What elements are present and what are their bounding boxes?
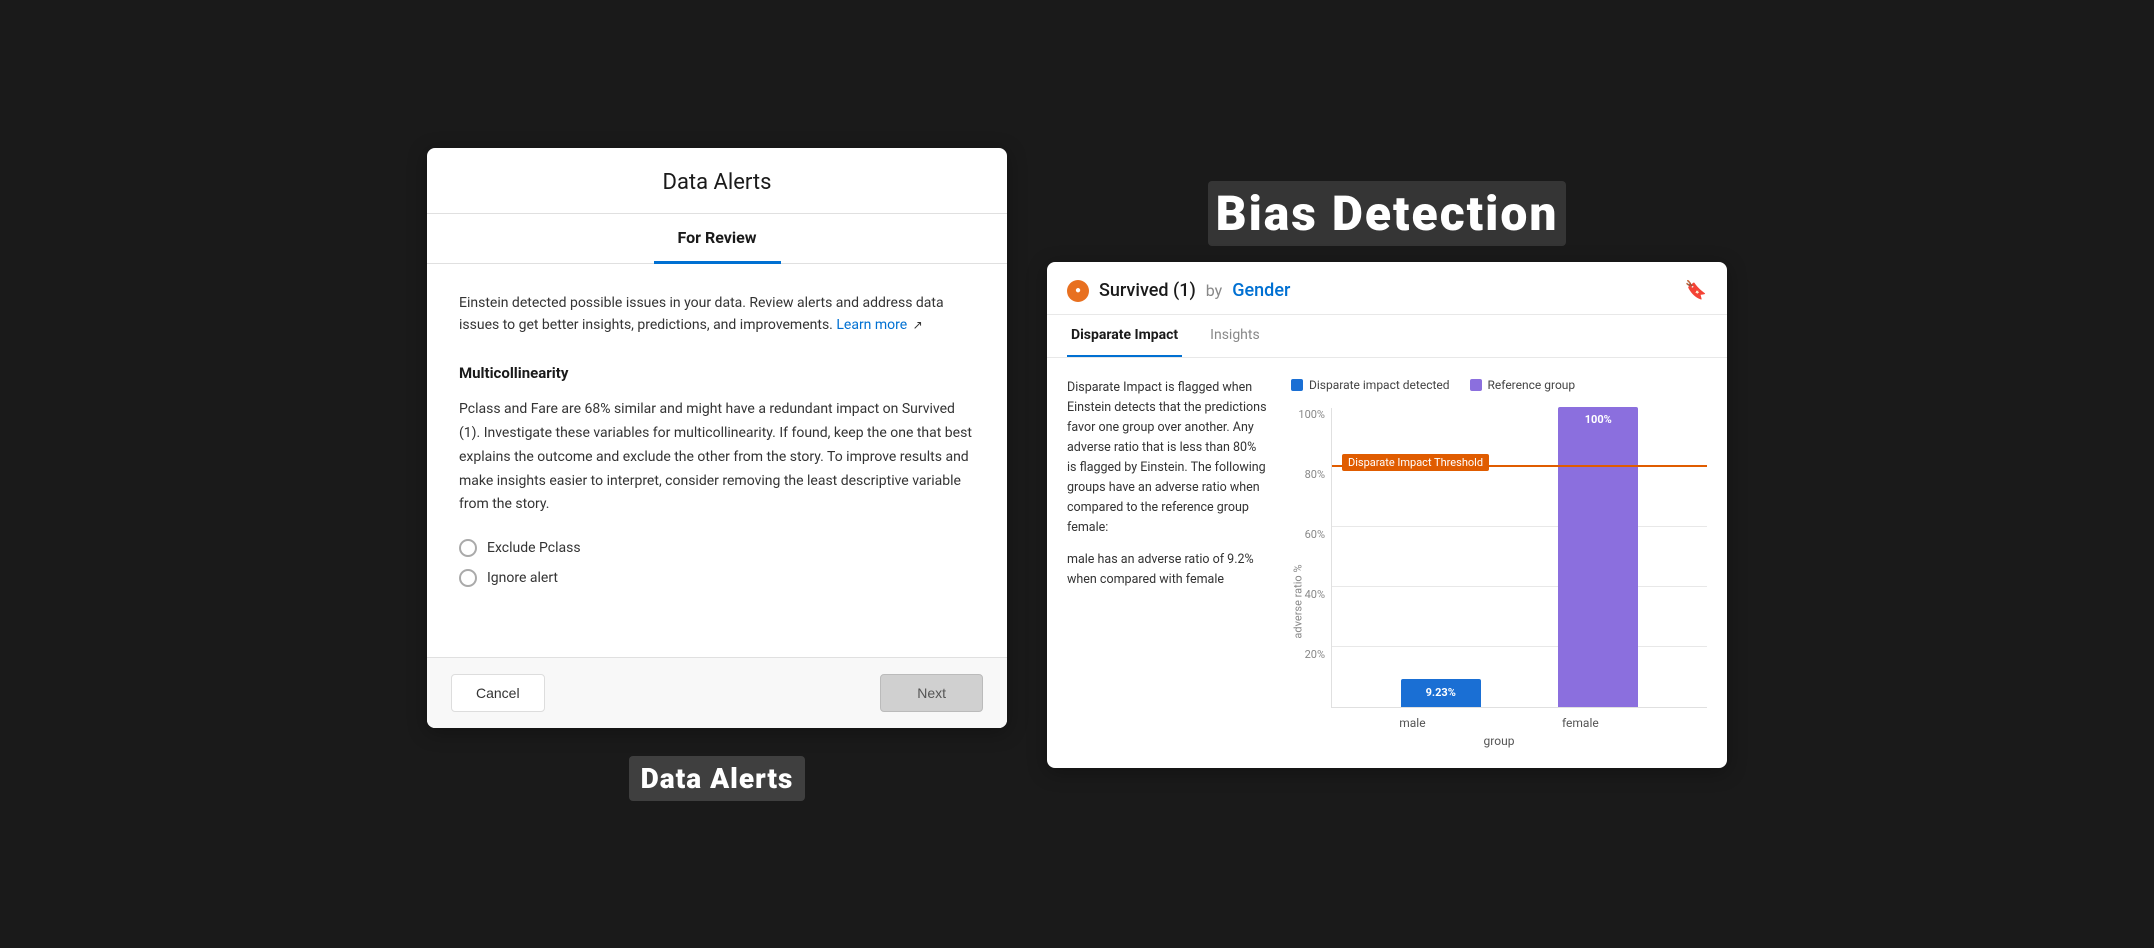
radio-label-2: Ignore alert	[487, 570, 558, 586]
radio-ignore-alert[interactable]: Ignore alert	[459, 569, 975, 587]
chart-with-yaxis: 100% 80% 60% 40% 20% adverse ratio %	[1291, 408, 1707, 708]
survived-icon: ●	[1067, 280, 1089, 302]
chart-grid: Disparate Impact Threshold 9.23%	[1331, 408, 1707, 708]
legend-disparate-label: Disparate impact detected	[1309, 378, 1450, 392]
y-axis-title: adverse ratio %	[1292, 564, 1305, 638]
bar-female-value: 100%	[1585, 413, 1612, 426]
radio-exclude-pclass[interactable]: Exclude Pclass	[459, 539, 975, 557]
threshold-line: Disparate Impact Threshold	[1332, 465, 1707, 467]
bias-detection-panel: ● Survived (1) by Gender 🔖 Disparate Imp…	[1047, 262, 1727, 768]
bars-container: 9.23% 100%	[1332, 407, 1707, 707]
bar-group-male: 9.23%	[1401, 679, 1481, 707]
legend-dot-purple	[1470, 379, 1482, 391]
chart-legend: Disparate impact detected Reference grou…	[1291, 378, 1707, 392]
x-axis-title: group	[1291, 734, 1707, 748]
radio-label-1: Exclude Pclass	[487, 540, 581, 556]
learn-more-link[interactable]: Learn more	[836, 317, 907, 333]
y-label-60: 60%	[1305, 528, 1325, 541]
bias-header-left: ● Survived (1) by Gender	[1067, 280, 1290, 302]
bias-header: ● Survived (1) by Gender 🔖	[1047, 262, 1727, 315]
data-alerts-panel: Data Alerts For Review Einstein detected…	[427, 148, 1007, 728]
tab-insights[interactable]: Insights	[1206, 315, 1264, 357]
legend-disparate: Disparate impact detected	[1291, 378, 1450, 392]
y-label-20: 20%	[1305, 648, 1325, 661]
panel-title: Data Alerts	[427, 148, 1007, 214]
bias-chart-area: Disparate impact detected Reference grou…	[1291, 378, 1707, 748]
tab-for-review[interactable]: For Review	[654, 214, 781, 264]
bar-male-value: 9.23%	[1426, 686, 1456, 699]
tab-bar: For Review	[427, 214, 1007, 264]
gender-text: Gender	[1232, 280, 1290, 301]
threshold-label: Disparate Impact Threshold	[1342, 454, 1489, 471]
bar-group-female: 100%	[1558, 407, 1638, 707]
intro-text: Einstein detected possible issues in you…	[459, 292, 975, 337]
cancel-button[interactable]: Cancel	[451, 674, 545, 712]
panel-content: Einstein detected possible issues in you…	[427, 264, 1007, 657]
external-link-icon: ↗	[913, 318, 923, 332]
description-text: Pclass and Fare are 68% similar and migh…	[459, 398, 975, 517]
legend-reference: Reference group	[1470, 378, 1576, 392]
y-label-40: 40%	[1305, 588, 1325, 601]
data-alerts-bottom-label: Data Alerts	[629, 756, 806, 801]
bias-detection-title: Bias Detection	[1208, 181, 1567, 246]
right-section: Bias Detection ● Survived (1) by Gender …	[1047, 181, 1727, 768]
legend-reference-label: Reference group	[1488, 378, 1576, 392]
y-label-80: 80%	[1305, 468, 1325, 481]
bias-body: Disparate Impact is flagged when Einstei…	[1047, 358, 1727, 768]
panel-footer: Cancel Next	[427, 657, 1007, 728]
radio-circle-2	[459, 569, 477, 587]
data-alerts-label-text: Data Alerts	[629, 756, 806, 801]
x-label-male: male	[1399, 716, 1425, 730]
y-axis: 100% 80% 60% 40% 20%	[1291, 408, 1331, 708]
bias-tabs: Disparate Impact Insights	[1047, 315, 1727, 358]
tab-disparate-impact[interactable]: Disparate Impact	[1067, 315, 1182, 357]
bar-female: 100%	[1558, 407, 1638, 707]
bias-desc-2: male has an adverse ratio of 9.2% when c…	[1067, 550, 1267, 590]
survived-text: Survived (1)	[1099, 280, 1196, 301]
section-title: Multicollinearity	[459, 364, 975, 382]
bar-male: 9.23%	[1401, 679, 1481, 707]
radio-circle-1	[459, 539, 477, 557]
by-text: by	[1206, 281, 1222, 300]
bias-desc-1: Disparate Impact is flagged when Einstei…	[1067, 378, 1267, 538]
radio-group: Exclude Pclass Ignore alert	[459, 539, 975, 587]
y-label-100: 100%	[1298, 408, 1325, 421]
bias-description: Disparate Impact is flagged when Einstei…	[1067, 378, 1267, 748]
x-label-female: female	[1562, 716, 1599, 730]
next-button[interactable]: Next	[880, 674, 983, 712]
legend-dot-blue	[1291, 379, 1303, 391]
bookmark-icon[interactable]: 🔖	[1685, 280, 1707, 301]
x-labels: male female	[1291, 708, 1707, 730]
